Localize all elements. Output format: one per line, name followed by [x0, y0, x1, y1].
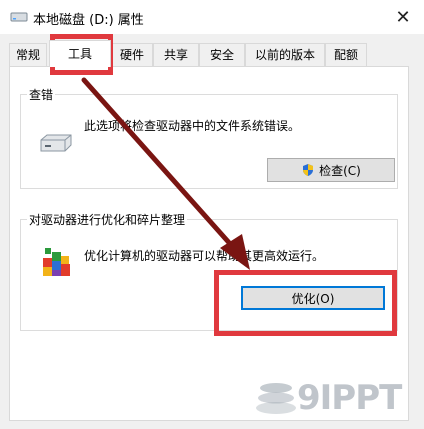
tab-sharing[interactable]: 共享 [153, 43, 199, 66]
defrag-icon [43, 248, 70, 276]
tab-hardware[interactable]: 硬件 [111, 43, 153, 66]
tab-tools[interactable]: 工具 [49, 40, 111, 67]
optimize-title: 对驱动器进行优化和碎片整理 [27, 211, 188, 228]
tab-quota[interactable]: 配额 [325, 43, 367, 66]
error-check-description: 此选项将检查驱动器中的文件系统错误。 [84, 119, 301, 133]
title-bar: 本地磁盘 (D:) 属性 ✕ [0, 0, 424, 34]
optimize-description: 优化计算机的驱动器可以帮助其更高效运行。 [84, 249, 325, 263]
check-button-label: 检查(C) [319, 163, 361, 178]
watermark-logo: 9IPPT [255, 372, 420, 422]
error-check-title: 查错 [27, 86, 56, 103]
check-button[interactable]: 检查(C) [267, 158, 395, 182]
watermark-text: 9IPPT [297, 378, 402, 418]
tab-previous-versions[interactable]: 以前的版本 [245, 43, 325, 66]
close-button[interactable]: ✕ [382, 0, 424, 34]
optimize-button-highlight [214, 270, 397, 336]
tab-general[interactable]: 常规 [9, 43, 47, 66]
tab-security[interactable]: 安全 [199, 43, 245, 66]
tools-panel: 查错 此选项将检查驱动器中的文件系统错误。 检查(C) 对驱动器进行优化和碎片整… [9, 66, 409, 421]
drive-title-icon [10, 12, 28, 22]
drive-icon [40, 134, 72, 152]
watermark-stack-icon [256, 383, 296, 414]
window-title: 本地磁盘 (D:) 属性 [33, 13, 144, 28]
error-check-group: 查错 此选项将检查驱动器中的文件系统错误。 检查(C) [20, 86, 398, 189]
shield-icon [303, 164, 314, 176]
